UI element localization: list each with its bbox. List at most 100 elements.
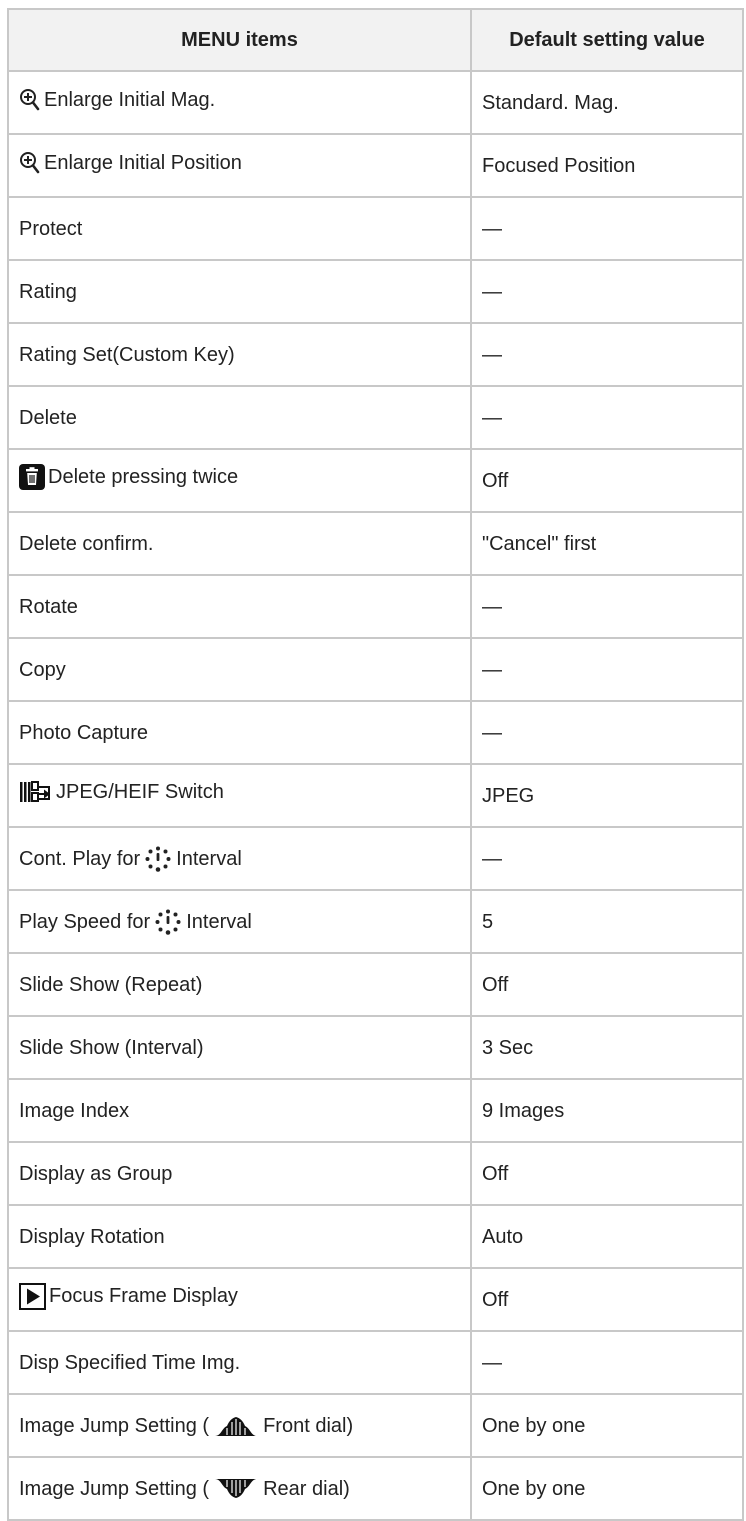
default-value-cell: — bbox=[470, 322, 744, 387]
menu-item-cell: Slide Show (Repeat) bbox=[7, 952, 472, 1017]
menu-item-label: Rating Set(Custom Key) bbox=[19, 343, 235, 366]
table-row: Play Speed for Interval 5 bbox=[7, 889, 744, 954]
menu-item-cell: Rating bbox=[7, 259, 472, 324]
menu-item-suffix: Rear dial) bbox=[263, 1477, 350, 1500]
default-value-cell: 9 Images bbox=[470, 1078, 744, 1143]
menu-item: Image Jump Setting (Front dial) bbox=[19, 1413, 353, 1439]
menu-item: Delete confirm. bbox=[19, 531, 154, 557]
table-header-row: MENU items Default setting value bbox=[7, 8, 744, 72]
table-row: Rating — bbox=[7, 259, 744, 324]
menu-item-cell: Focus Frame Display bbox=[7, 1267, 472, 1332]
default-value-cell: Off bbox=[470, 1141, 744, 1206]
default-value-cell: "Cancel" first bbox=[470, 511, 744, 576]
table-body: Enlarge Initial Mag. Standard. Mag. Enlarg… bbox=[7, 70, 744, 1521]
menu-item: Rating bbox=[19, 279, 77, 305]
table-row: Display as Group Off bbox=[7, 1141, 744, 1206]
menu-item: Slide Show (Interval) bbox=[19, 1035, 204, 1061]
menu-item-label: Display as Group bbox=[19, 1162, 173, 1185]
menu-item-cell: Image Index bbox=[7, 1078, 472, 1143]
menu-item-label: JPEG/HEIF Switch bbox=[56, 781, 224, 803]
playback-icon bbox=[19, 1282, 46, 1310]
menu-item-cell: Enlarge Initial Mag. bbox=[7, 70, 472, 135]
menu-item-cell: Delete bbox=[7, 385, 472, 450]
header-menu-items: MENU items bbox=[7, 8, 472, 72]
menu-item-label: Focus Frame Display bbox=[49, 1285, 238, 1307]
menu-item: Slide Show (Repeat) bbox=[19, 972, 202, 998]
default-value-cell: — bbox=[470, 196, 744, 261]
menu-item: Image Jump Setting ( Rear dial) bbox=[19, 1476, 350, 1502]
menu-item: Enlarge Initial Mag. bbox=[19, 87, 215, 113]
menu-item: Focus Frame Display bbox=[19, 1282, 238, 1310]
table-row: Protect — bbox=[7, 196, 744, 261]
menu-item-cell: Image Jump Setting ( Rear dial) bbox=[7, 1456, 472, 1521]
menu-item-label: Enlarge Initial Mag. bbox=[44, 88, 216, 111]
menu-item: Protect bbox=[19, 216, 82, 242]
default-value-cell: — bbox=[470, 385, 744, 450]
menu-item-label: Slide Show (Interval) bbox=[19, 1036, 204, 1059]
menu-item-label: Delete confirm. bbox=[19, 532, 154, 555]
menu-item: Image Index bbox=[19, 1098, 129, 1124]
menu-item-cell: Delete pressing twice bbox=[7, 448, 472, 513]
front-dial-icon bbox=[213, 1414, 259, 1438]
menu-item-cell: Rating Set(Custom Key) bbox=[7, 322, 472, 387]
menu-item-prefix: Cont. Play for bbox=[19, 847, 141, 870]
menu-item: Delete pressing twice bbox=[19, 464, 238, 490]
menu-item: Rating Set(Custom Key) bbox=[19, 342, 235, 368]
menu-item-cell: Display Rotation bbox=[7, 1204, 472, 1269]
table-row: Enlarge Initial Position Focused Position bbox=[7, 133, 744, 198]
table-row: Image Jump Setting ( Rear dial) One by one bbox=[7, 1456, 744, 1521]
table-row: Cont. Play for Interval — bbox=[7, 826, 744, 891]
default-value-cell: 3 Sec bbox=[470, 1015, 744, 1080]
default-value-cell: Off bbox=[470, 952, 744, 1017]
menu-item-cell: Protect bbox=[7, 196, 472, 261]
menu-item-cell: Play Speed for Interval bbox=[7, 889, 472, 954]
table-row: Focus Frame Display Off bbox=[7, 1267, 744, 1332]
menu-item-cell: Enlarge Initial Position bbox=[7, 133, 472, 198]
table-row: Disp Specified Time Img. — bbox=[7, 1330, 744, 1395]
menu-item-cell: Slide Show (Interval) bbox=[7, 1015, 472, 1080]
table-row: Slide Show (Interval) 3 Sec bbox=[7, 1015, 744, 1080]
interval-icon bbox=[154, 908, 182, 936]
menu-item-prefix: Image Jump Setting ( bbox=[19, 1414, 210, 1437]
menu-item-label: Image Index bbox=[19, 1099, 130, 1122]
default-value-cell: One by one bbox=[470, 1456, 744, 1521]
menu-item: Delete bbox=[19, 405, 77, 431]
menu-item-label: Disp Specified Time Img. bbox=[19, 1351, 241, 1374]
header-default-value: Default setting value bbox=[470, 8, 744, 72]
table-row: Slide Show (Repeat) Off bbox=[7, 952, 744, 1017]
table-row: Delete — bbox=[7, 385, 744, 450]
default-value-cell: 5 bbox=[470, 889, 744, 954]
default-value-cell: Auto bbox=[470, 1204, 744, 1269]
table-row: Photo Capture — bbox=[7, 700, 744, 765]
table-row: Rotate — bbox=[7, 574, 744, 639]
menu-item: Rotate bbox=[19, 594, 78, 620]
default-value-cell: Off bbox=[470, 1267, 744, 1332]
menu-item-label: Copy bbox=[19, 658, 66, 681]
table-row: Copy — bbox=[7, 637, 744, 702]
table-row: JPEG/HEIF Switch JPEG bbox=[7, 763, 744, 828]
table-row: Image Jump Setting (Front dial) One by on… bbox=[7, 1393, 744, 1458]
default-value-cell: Focused Position bbox=[470, 133, 744, 198]
table-row: Image Index 9 Images bbox=[7, 1078, 744, 1143]
menu-item-prefix: Image Jump Setting ( bbox=[19, 1477, 210, 1500]
menu-item-label: Photo Capture bbox=[19, 721, 148, 744]
menu-item-cell: Image Jump Setting (Front dial) bbox=[7, 1393, 472, 1458]
table-row: Delete pressing twice Off bbox=[7, 448, 744, 513]
magnify-plus-icon bbox=[19, 88, 41, 112]
menu-item-cell: Rotate bbox=[7, 574, 472, 639]
default-value-cell: — bbox=[470, 259, 744, 324]
interval-icon bbox=[144, 845, 172, 873]
default-value-cell: — bbox=[470, 574, 744, 639]
menu-item-suffix: Interval bbox=[176, 847, 242, 870]
menu-item: Disp Specified Time Img. bbox=[19, 1350, 240, 1376]
table-row: Display Rotation Auto bbox=[7, 1204, 744, 1269]
menu-item: Display Rotation bbox=[19, 1224, 165, 1250]
menu-item-cell: Copy bbox=[7, 637, 472, 702]
menu-item-label: Protect bbox=[19, 217, 83, 240]
menu-item-label: Slide Show (Repeat) bbox=[19, 973, 203, 996]
menu-item-cell: Photo Capture bbox=[7, 700, 472, 765]
trash-icon bbox=[19, 464, 45, 490]
menu-item: Play Speed for Interval bbox=[19, 908, 252, 936]
menu-item-cell: Delete confirm. bbox=[7, 511, 472, 576]
table-row: Rating Set(Custom Key) — bbox=[7, 322, 744, 387]
